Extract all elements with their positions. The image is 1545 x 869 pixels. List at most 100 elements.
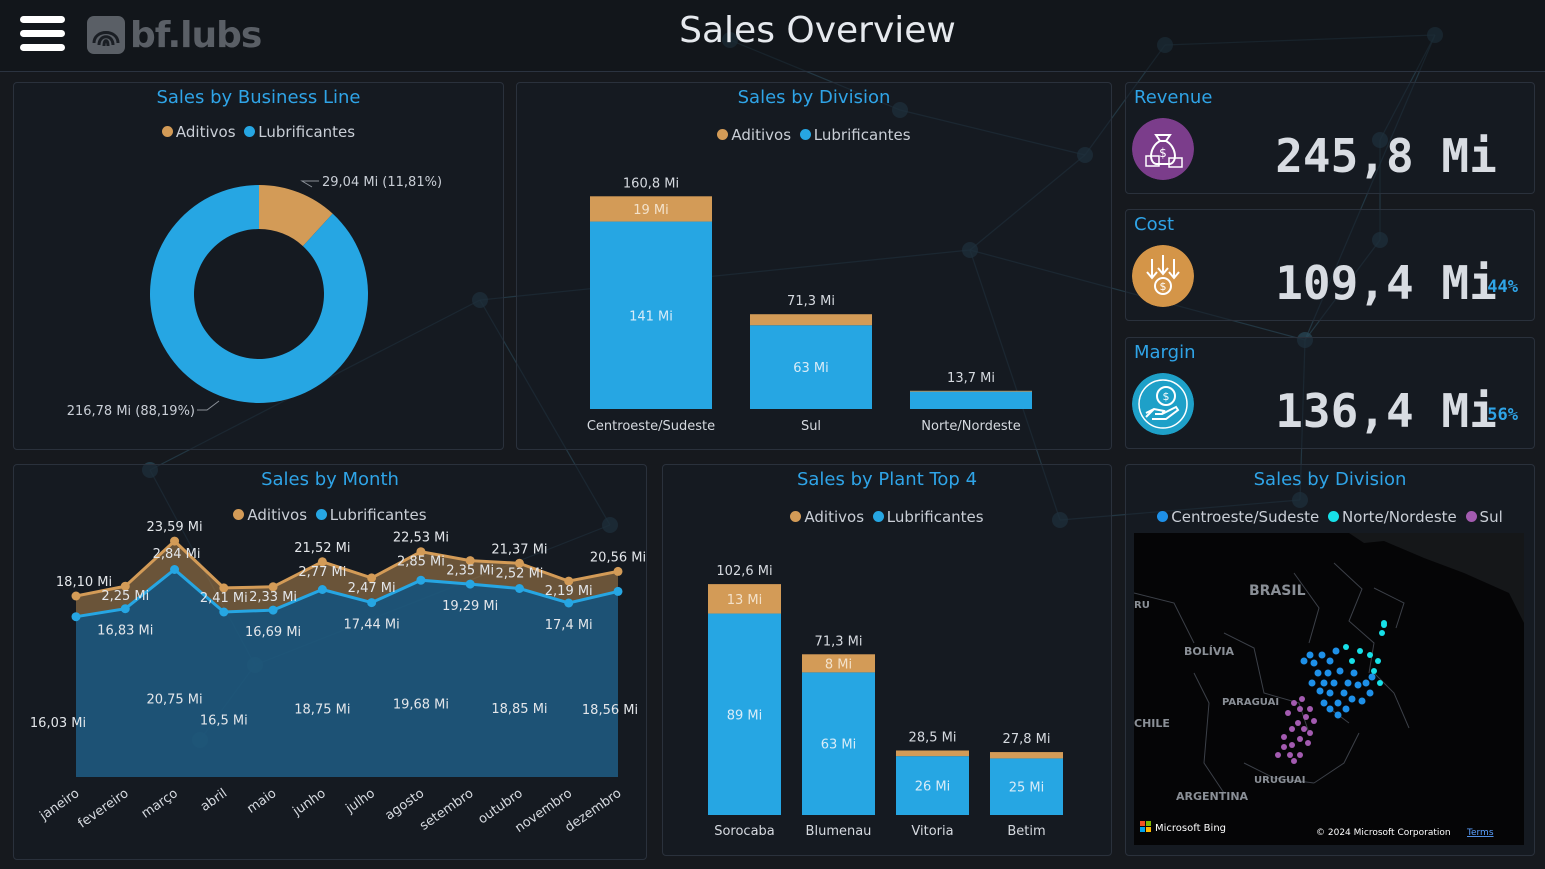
- point-lubrificantes: [514, 584, 524, 593]
- month-area-chart: 18,10 Mi 23,59 Mi 21,52 Mi 22,53 Mi 21,37 Mi…: [30, 520, 646, 836]
- bar-aditivos: [896, 750, 969, 757]
- point-aditivos: [613, 566, 623, 576]
- slice-label: 29,04 Mi (11,81%): [322, 175, 442, 190]
- map-point-sul: [1285, 710, 1291, 716]
- margin-card: Margin $ 136,4 Mi 56%: [1125, 337, 1535, 449]
- map-point-sul: [1281, 744, 1287, 750]
- lubrificantes-label: 20,75 Mi: [146, 692, 202, 707]
- bar-lubrificantes: [910, 391, 1032, 409]
- map-point-sul: [1295, 720, 1301, 726]
- page-title: Sales Overview: [679, 10, 956, 51]
- legend-item-centroeste[interactable]: Centroeste/Sudeste: [1157, 508, 1319, 526]
- money-bag-icon: $: [1132, 118, 1194, 180]
- south-america-map[interactable]: BRASIL BOLÍVIA PARAGUAI CHILE URUGUAI AR…: [1134, 533, 1524, 845]
- svg-text:$: $: [1160, 280, 1167, 293]
- svg-text:$: $: [1163, 390, 1170, 403]
- bar-value-label: 19 Mi: [633, 203, 669, 218]
- map-view[interactable]: BRASIL BOLÍVIA PARAGUAI CHILE URUGUAI AR…: [1134, 533, 1524, 845]
- point-aditivos: [71, 591, 81, 601]
- map-point-norte: [1349, 658, 1355, 664]
- division-map-panel: Sales by Division Centroeste/Sudeste Nor…: [1125, 464, 1535, 856]
- map-copyright: © 2024 Microsoft Corporation: [1316, 828, 1451, 838]
- business-line-panel: Sales by Business Line Aditivos Lubrific…: [13, 82, 504, 450]
- svg-text:$: $: [1159, 146, 1167, 160]
- map-label: RU: [1134, 600, 1150, 611]
- map-point-centroeste: [1332, 647, 1340, 655]
- kpi-title: Revenue: [1134, 87, 1213, 108]
- total-label: 21,37 Mi: [491, 542, 547, 557]
- bar-value-label: 63 Mi: [793, 361, 829, 376]
- category-label: Centroeste/Sudeste: [587, 419, 715, 434]
- map-point-sul: [1291, 700, 1297, 706]
- point-lubrificantes: [613, 586, 623, 596]
- lubrificantes-label: 18,75 Mi: [294, 702, 350, 717]
- map-point-centroeste: [1362, 679, 1370, 687]
- point-lubrificantes: [71, 612, 81, 622]
- bar-aditivos: [990, 752, 1063, 759]
- month-label: agosto: [383, 786, 428, 824]
- map-terms-link[interactable]: Terms: [1466, 828, 1494, 838]
- map-point-norte: [1377, 680, 1383, 686]
- map-label: BRASIL: [1249, 583, 1306, 599]
- bar-value-label: 89 Mi: [727, 708, 763, 723]
- category-label: Vitoria: [911, 824, 953, 839]
- month-label: setembro: [417, 786, 476, 834]
- aditivos-label: 2,41 Mi: [200, 591, 248, 606]
- lubrificantes-label: 16,83 Mi: [97, 624, 153, 639]
- map-point-centroeste: [1326, 657, 1334, 665]
- month-label: junho: [290, 786, 329, 820]
- bar-value-label: 13 Mi: [727, 593, 763, 608]
- map-point-centroeste: [1300, 657, 1308, 665]
- division-bar-panel: Sales by Division Aditivos Lubrificantes…: [516, 82, 1112, 450]
- category-label: Betim: [1007, 824, 1045, 839]
- bar-aditivos: [910, 390, 1032, 392]
- map-point-centroeste: [1334, 711, 1342, 719]
- total-label: 22,53 Mi: [393, 531, 449, 546]
- map-point-norte: [1367, 652, 1373, 658]
- map-label: CHILE: [1134, 717, 1170, 730]
- lubrificantes-label: 16,69 Mi: [245, 625, 301, 640]
- bar-value-label: 141 Mi: [629, 309, 673, 324]
- total-label: 21,52 Mi: [294, 541, 350, 556]
- bar-value-label: 63 Mi: [821, 738, 857, 753]
- map-point-centroeste: [1314, 669, 1322, 677]
- aditivos-label: 2,85 Mi: [397, 555, 445, 570]
- lubrificantes-label: 16,5 Mi: [200, 714, 248, 729]
- map-point-sul: [1297, 736, 1303, 742]
- point-lubrificantes: [120, 604, 130, 614]
- map-point-centroeste: [1348, 695, 1356, 703]
- map-point-centroeste: [1320, 679, 1328, 687]
- aditivos-label: 2,84 Mi: [153, 547, 201, 562]
- lubrificantes-label: 16,03 Mi: [30, 716, 86, 731]
- map-point-centroeste: [1336, 667, 1344, 675]
- map-point-sul: [1297, 706, 1303, 712]
- map-point-centroeste: [1316, 687, 1324, 695]
- map-point-centroeste: [1326, 705, 1334, 713]
- month-label: dezembro: [562, 786, 624, 836]
- map-point-centroeste: [1344, 679, 1352, 687]
- lubrificantes-label: 19,29 Mi: [442, 599, 498, 614]
- legend-item-norte[interactable]: Norte/Nordeste: [1328, 508, 1457, 526]
- point-lubrificantes: [268, 605, 278, 615]
- map-point-centroeste: [1366, 689, 1374, 697]
- total-label: 23,59 Mi: [146, 520, 202, 535]
- month-label: maio: [244, 786, 279, 817]
- map-point-centroeste: [1368, 673, 1376, 681]
- aditivos-label: 2,47 Mi: [348, 581, 396, 596]
- map-point-norte: [1371, 668, 1377, 674]
- map-point-centroeste: [1324, 669, 1332, 677]
- revenue-value: 245,8 Mi: [1275, 129, 1497, 183]
- point-lubrificantes: [219, 607, 229, 617]
- map-point-sul: [1289, 726, 1295, 732]
- leader-line: [197, 400, 220, 411]
- map-point-centroeste: [1334, 699, 1342, 707]
- cost-percent: 44%: [1487, 277, 1518, 297]
- slice-label: 216,78 Mi (88,19%): [67, 404, 195, 419]
- chart-legend: Centroeste/Sudeste Norte/Nordeste Sul: [1126, 508, 1534, 526]
- bing-label: Microsoft Bing: [1155, 823, 1226, 834]
- point-lubrificantes: [367, 598, 377, 608]
- map-point-sul: [1303, 714, 1309, 720]
- point-lubrificantes: [170, 565, 180, 574]
- legend-item-sul[interactable]: Sul: [1465, 508, 1503, 526]
- point-lubrificantes: [416, 575, 426, 585]
